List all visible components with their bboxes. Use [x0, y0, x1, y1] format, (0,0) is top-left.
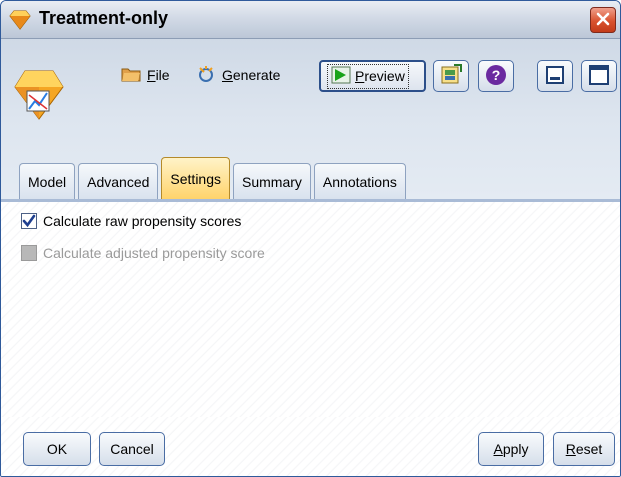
- help-icon: ?: [485, 64, 507, 89]
- ok-button[interactable]: OK: [23, 432, 91, 466]
- tab-advanced-label: Advanced: [87, 173, 150, 190]
- maximize-button[interactable]: [581, 60, 617, 92]
- generate-menu-mnemonic: G: [222, 67, 233, 83]
- play-icon: [331, 66, 351, 87]
- tab-strip: Model Advanced Settings Summary Annotati…: [19, 157, 409, 199]
- cancel-label: Cancel: [110, 441, 154, 457]
- settings-panel: Calculate raw propensity scores Calculat…: [1, 199, 620, 417]
- tab-advanced[interactable]: Advanced: [78, 163, 159, 199]
- folder-icon: [121, 65, 147, 86]
- generate-menu[interactable]: Generate: [196, 63, 280, 87]
- raw-propensity-checkbox[interactable]: [21, 213, 37, 229]
- reset-button[interactable]: Reset: [553, 432, 615, 466]
- tab-model[interactable]: Model: [19, 163, 76, 199]
- file-menu-label: ile: [155, 67, 170, 83]
- tab-annotations[interactable]: Annotations: [313, 163, 406, 199]
- tab-annotations-label: Annotations: [322, 173, 397, 190]
- reset-label: eset: [575, 441, 603, 457]
- adjusted-propensity-option: Calculate adjusted propensity score: [21, 245, 265, 261]
- apply-label: pply: [502, 441, 529, 457]
- tab-settings-label: Settings: [170, 170, 222, 187]
- close-icon: [595, 11, 611, 30]
- adjusted-propensity-checkbox: [21, 245, 37, 261]
- button-bar: OK Cancel Apply Reset: [1, 417, 620, 476]
- generate-menu-label: enerate: [232, 67, 281, 83]
- tab-model-label: Model: [28, 173, 67, 190]
- svg-text:?: ?: [492, 67, 501, 83]
- apply-button[interactable]: Apply: [478, 432, 544, 466]
- file-menu-mnemonic: F: [147, 67, 156, 83]
- check-icon: [22, 214, 36, 228]
- diamond-node-icon: [9, 9, 31, 31]
- window-title: Treatment-only: [39, 8, 169, 28]
- reset-mnemonic: R: [565, 441, 576, 457]
- preview-mnemonic: P: [355, 68, 365, 84]
- title-bar[interactable]: Treatment-only: [1, 1, 620, 39]
- maximize-icon: [588, 64, 610, 89]
- help-button[interactable]: ?: [478, 60, 514, 92]
- export-icon: [440, 63, 462, 89]
- generate-icon: [196, 64, 222, 87]
- raw-propensity-option[interactable]: Calculate raw propensity scores: [21, 213, 241, 229]
- minimize-button[interactable]: [537, 60, 573, 92]
- export-button[interactable]: [433, 60, 469, 92]
- tab-summary-label: Summary: [242, 173, 302, 190]
- tab-settings[interactable]: Settings: [161, 157, 231, 199]
- ok-label: OK: [46, 441, 68, 457]
- cancel-button[interactable]: Cancel: [99, 432, 165, 466]
- file-menu[interactable]: File: [121, 63, 170, 87]
- preview-label: review: [364, 68, 405, 84]
- preview-button[interactable]: Preview: [319, 60, 426, 92]
- model-nugget-window: Treatment-only F ile G enerate P review …: [0, 0, 621, 477]
- close-button[interactable]: [590, 7, 616, 33]
- minimize-icon: [545, 65, 565, 88]
- propensity-model-node-icon: [13, 65, 65, 121]
- adjusted-propensity-label: Calculate adjusted propensity score: [43, 245, 265, 261]
- apply-mnemonic: A: [493, 441, 503, 457]
- raw-propensity-label: Calculate raw propensity scores: [43, 213, 242, 229]
- toolbar: File Generate Preview ? Model Advanced S…: [1, 39, 620, 199]
- tab-summary[interactable]: Summary: [233, 163, 311, 199]
- preview-focus-ring: Preview: [327, 63, 409, 89]
